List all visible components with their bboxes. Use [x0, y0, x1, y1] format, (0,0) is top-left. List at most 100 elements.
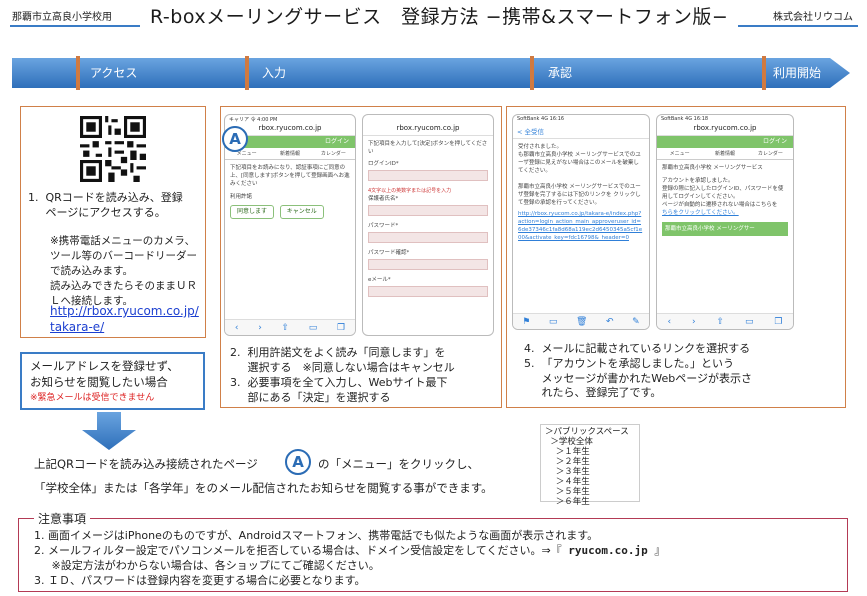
list-item: ＞３年生: [545, 467, 590, 477]
list-item: ＞１年生: [545, 447, 590, 457]
phone-status-bar: SoftBank 4G 16:16: [517, 116, 565, 122]
phone-url-bar: rbox.ryucom.co.jp: [363, 124, 493, 136]
marker-a-icon: A: [222, 126, 248, 152]
back-to-inbox-button[interactable]: < 全受信: [513, 124, 649, 139]
phone-toolbar: ‹ › ⇧ ▭ ❐: [657, 313, 793, 329]
mail-toolbar: ⚑ ▭ 🗑 ↶ ✎: [513, 313, 649, 329]
step-1-text: 1. QRコードを読み込み、登録 ページにアクセスする。: [28, 191, 183, 219]
forward-icon[interactable]: ›: [692, 317, 696, 327]
marker-a-icon: A: [285, 449, 311, 475]
phone-url-bar: rbox.ryucom.co.jp: [657, 124, 793, 136]
form-instructions: 下記項目を入力して[決定]ボタンを押してください: [368, 141, 488, 155]
public-space-list: ＞パブリックスペース ＞学校全体 ＞１年生 ＞２年生 ＞３年生 ＞４年生 ＞５年…: [540, 424, 640, 507]
notes-list: 1. 画面イメージはiPhoneのものですが、Androidスマートフォン、携帯…: [34, 528, 665, 588]
list-item: ＞パブリックスペース: [545, 427, 629, 437]
service-footer-bar: 那覇市立高良小学校 メーリングサー: [662, 222, 788, 236]
tabs-icon[interactable]: ❐: [774, 317, 782, 327]
step-2-text: 2. 利用許諾文をよく読み「同意します」を 選択する ※同意しない場合はキャンセ…: [230, 346, 455, 374]
guardian-name-field[interactable]: [368, 205, 488, 216]
note-1: 1. 画面イメージはiPhoneのものですが、Androidスマートフォン、携帯…: [34, 529, 599, 542]
step-5-text: 5. 「アカウントを承認しました。」という メッセージが書かれたWebページが表…: [524, 357, 753, 399]
list-item: ＞４年生: [545, 477, 590, 487]
redirect-link[interactable]: ちらをクリックしてください。: [662, 209, 788, 217]
agree-button[interactable]: 同意します: [230, 205, 275, 219]
tab-calendar[interactable]: カレンダー: [312, 148, 355, 159]
step-3-text: 3. 必要事項を全て入力し、Webサイト最下 部にある「決定」を選択する: [230, 376, 448, 404]
trash-icon[interactable]: 🗑: [576, 317, 587, 327]
tabs-icon[interactable]: ❐: [337, 323, 345, 333]
emergency-warning: ※緊急メールは受信できません: [30, 393, 155, 403]
login-bar: ログイン: [657, 136, 793, 148]
password-confirm-field[interactable]: [368, 259, 488, 270]
tab-news[interactable]: 新着情報: [268, 148, 311, 159]
tab-calendar[interactable]: カレンダー: [748, 148, 793, 159]
phone-status-bar: キャリア 令 4:00 PM: [229, 117, 278, 123]
stage-access: アクセス: [90, 66, 138, 80]
stage-input: 入力: [262, 66, 287, 80]
approved-message: アカウントを承認しました。 登録の際に記入したログインID、パスワードを使用して…: [662, 178, 784, 208]
school-name: 那覇市立高良小学校用: [12, 12, 112, 23]
bookmarks-icon[interactable]: ▭: [309, 323, 318, 333]
login-id-field[interactable]: [368, 170, 488, 181]
note-2-sub: ※設定方法がわからない場合は、各ショップにてご確認ください。: [34, 559, 380, 572]
qr-code-icon[interactable]: [80, 116, 146, 182]
stage-start: 利用開始: [773, 66, 822, 80]
phone-status-bar: SoftBank 4G 16:18: [661, 116, 709, 122]
list-item: ＞学校全体: [545, 437, 593, 447]
viewing-line-2: 「学校全体」または「各学年」をのメール配信されたお知らせを閲覧する事ができます。: [34, 481, 493, 495]
notes-title: 注意事項: [34, 510, 91, 527]
password-field[interactable]: [368, 232, 488, 243]
license-heading: 利用許諾: [230, 194, 253, 200]
login-button[interactable]: ログイン: [325, 138, 349, 145]
mail-body: 受付されました。 も那覇市立高良小学校 メーリングサービスでのユーザ登録に見えが…: [518, 144, 641, 206]
domain-text: ryucom.co.jp: [561, 544, 655, 557]
tab-news[interactable]: 新着情報: [702, 148, 747, 159]
company-name: 株式会社リウコム: [773, 12, 853, 23]
phone-screen-mail: SoftBank 4G 16:16 < 全受信 受付されました。 も那覇市立高良…: [512, 114, 650, 330]
page-title: R-boxメーリングサービス 登録方法 −携帯&スマートフォン版−: [140, 2, 739, 29]
forward-icon[interactable]: ›: [258, 323, 262, 333]
compose-icon[interactable]: ✎: [632, 317, 640, 327]
flag-icon[interactable]: ⚑: [522, 317, 530, 327]
password-confirm-label: パスワード確認*: [368, 250, 410, 256]
password-label: パスワード*: [368, 223, 399, 229]
login-id-hint: 4文字以上の英数字または記号を入力: [368, 188, 452, 194]
list-item: ＞６年生: [545, 497, 590, 507]
note-2-close: 』: [654, 544, 666, 557]
reply-icon[interactable]: ↶: [606, 317, 614, 327]
share-icon[interactable]: ⇧: [717, 317, 725, 327]
bookmarks-icon[interactable]: ▭: [745, 317, 754, 327]
no-register-text: メールアドレスを登録せず、 お知らせを閲覧したい場合: [30, 359, 179, 389]
process-arrow-banner: [12, 56, 850, 90]
email-field[interactable]: [368, 286, 488, 297]
no-register-box: メールアドレスを登録せず、 お知らせを閲覧したい場合 ※緊急メールは受信できませ…: [20, 352, 205, 410]
guardian-name-label: 保護者氏名*: [368, 196, 399, 202]
registration-url-link[interactable]: http://rbox.ryucom.co.jp/ takara-e/: [50, 303, 199, 335]
service-name: 那覇市立高良小学校 メーリングサービス: [662, 165, 763, 171]
phone-tabs: メニュー 新着情報 カレンダー: [225, 148, 355, 160]
cancel-button[interactable]: キャンセル: [279, 205, 324, 219]
phone-tabs: メニュー 新着情報 カレンダー: [657, 148, 793, 160]
phone-toolbar: ‹ › ⇧ ▭ ❐: [225, 319, 355, 335]
phone-screen-approved: SoftBank 4G 16:18 rbox.ryucom.co.jp ログイン…: [656, 114, 794, 330]
approval-link[interactable]: http://rbox.ryucom.co.jp/takara-e/index.…: [518, 210, 644, 242]
list-item: ＞２年生: [545, 457, 590, 467]
folder-icon[interactable]: ▭: [549, 317, 558, 327]
list-item: ＞５年生: [545, 487, 590, 497]
qr-reader-note: ※携帯電話メニューのカメラ、 ツール等のバーコードリーダー で読み込みます。 読…: [50, 235, 197, 307]
stage-approve: 承認: [548, 66, 573, 80]
tab-menu[interactable]: メニュー: [657, 148, 702, 159]
phone-screen-form: rbox.ryucom.co.jp 下記項目を入力して[決定]ボタンを押してくだ…: [362, 114, 494, 336]
share-icon[interactable]: ⇧: [282, 323, 290, 333]
note-2: 2. メールフィルター設定でパソコンメールを拒否している場合は、ドメイン受信設定…: [34, 543, 665, 558]
phone-status-bar: [363, 115, 493, 124]
agreement-instructions: 下記項目をお読みになり、認証事項にご同意の上、[同意します]ボタンを押して登録画…: [230, 165, 350, 187]
login-id-label: ログインID*: [368, 161, 399, 167]
back-icon[interactable]: ‹: [667, 317, 671, 327]
back-icon[interactable]: ‹: [235, 323, 239, 333]
viewing-line-1-start: 上記QRコードを読み込み接続されたページ: [34, 457, 258, 471]
note-2-text: 2. メールフィルター設定でパソコンメールを拒否している場合は、ドメイン受信設定…: [34, 544, 562, 557]
viewing-line-1-end: の「メニュー」をクリックし、: [318, 457, 479, 471]
down-arrow-icon: [82, 412, 136, 450]
login-button[interactable]: ログイン: [763, 138, 787, 145]
